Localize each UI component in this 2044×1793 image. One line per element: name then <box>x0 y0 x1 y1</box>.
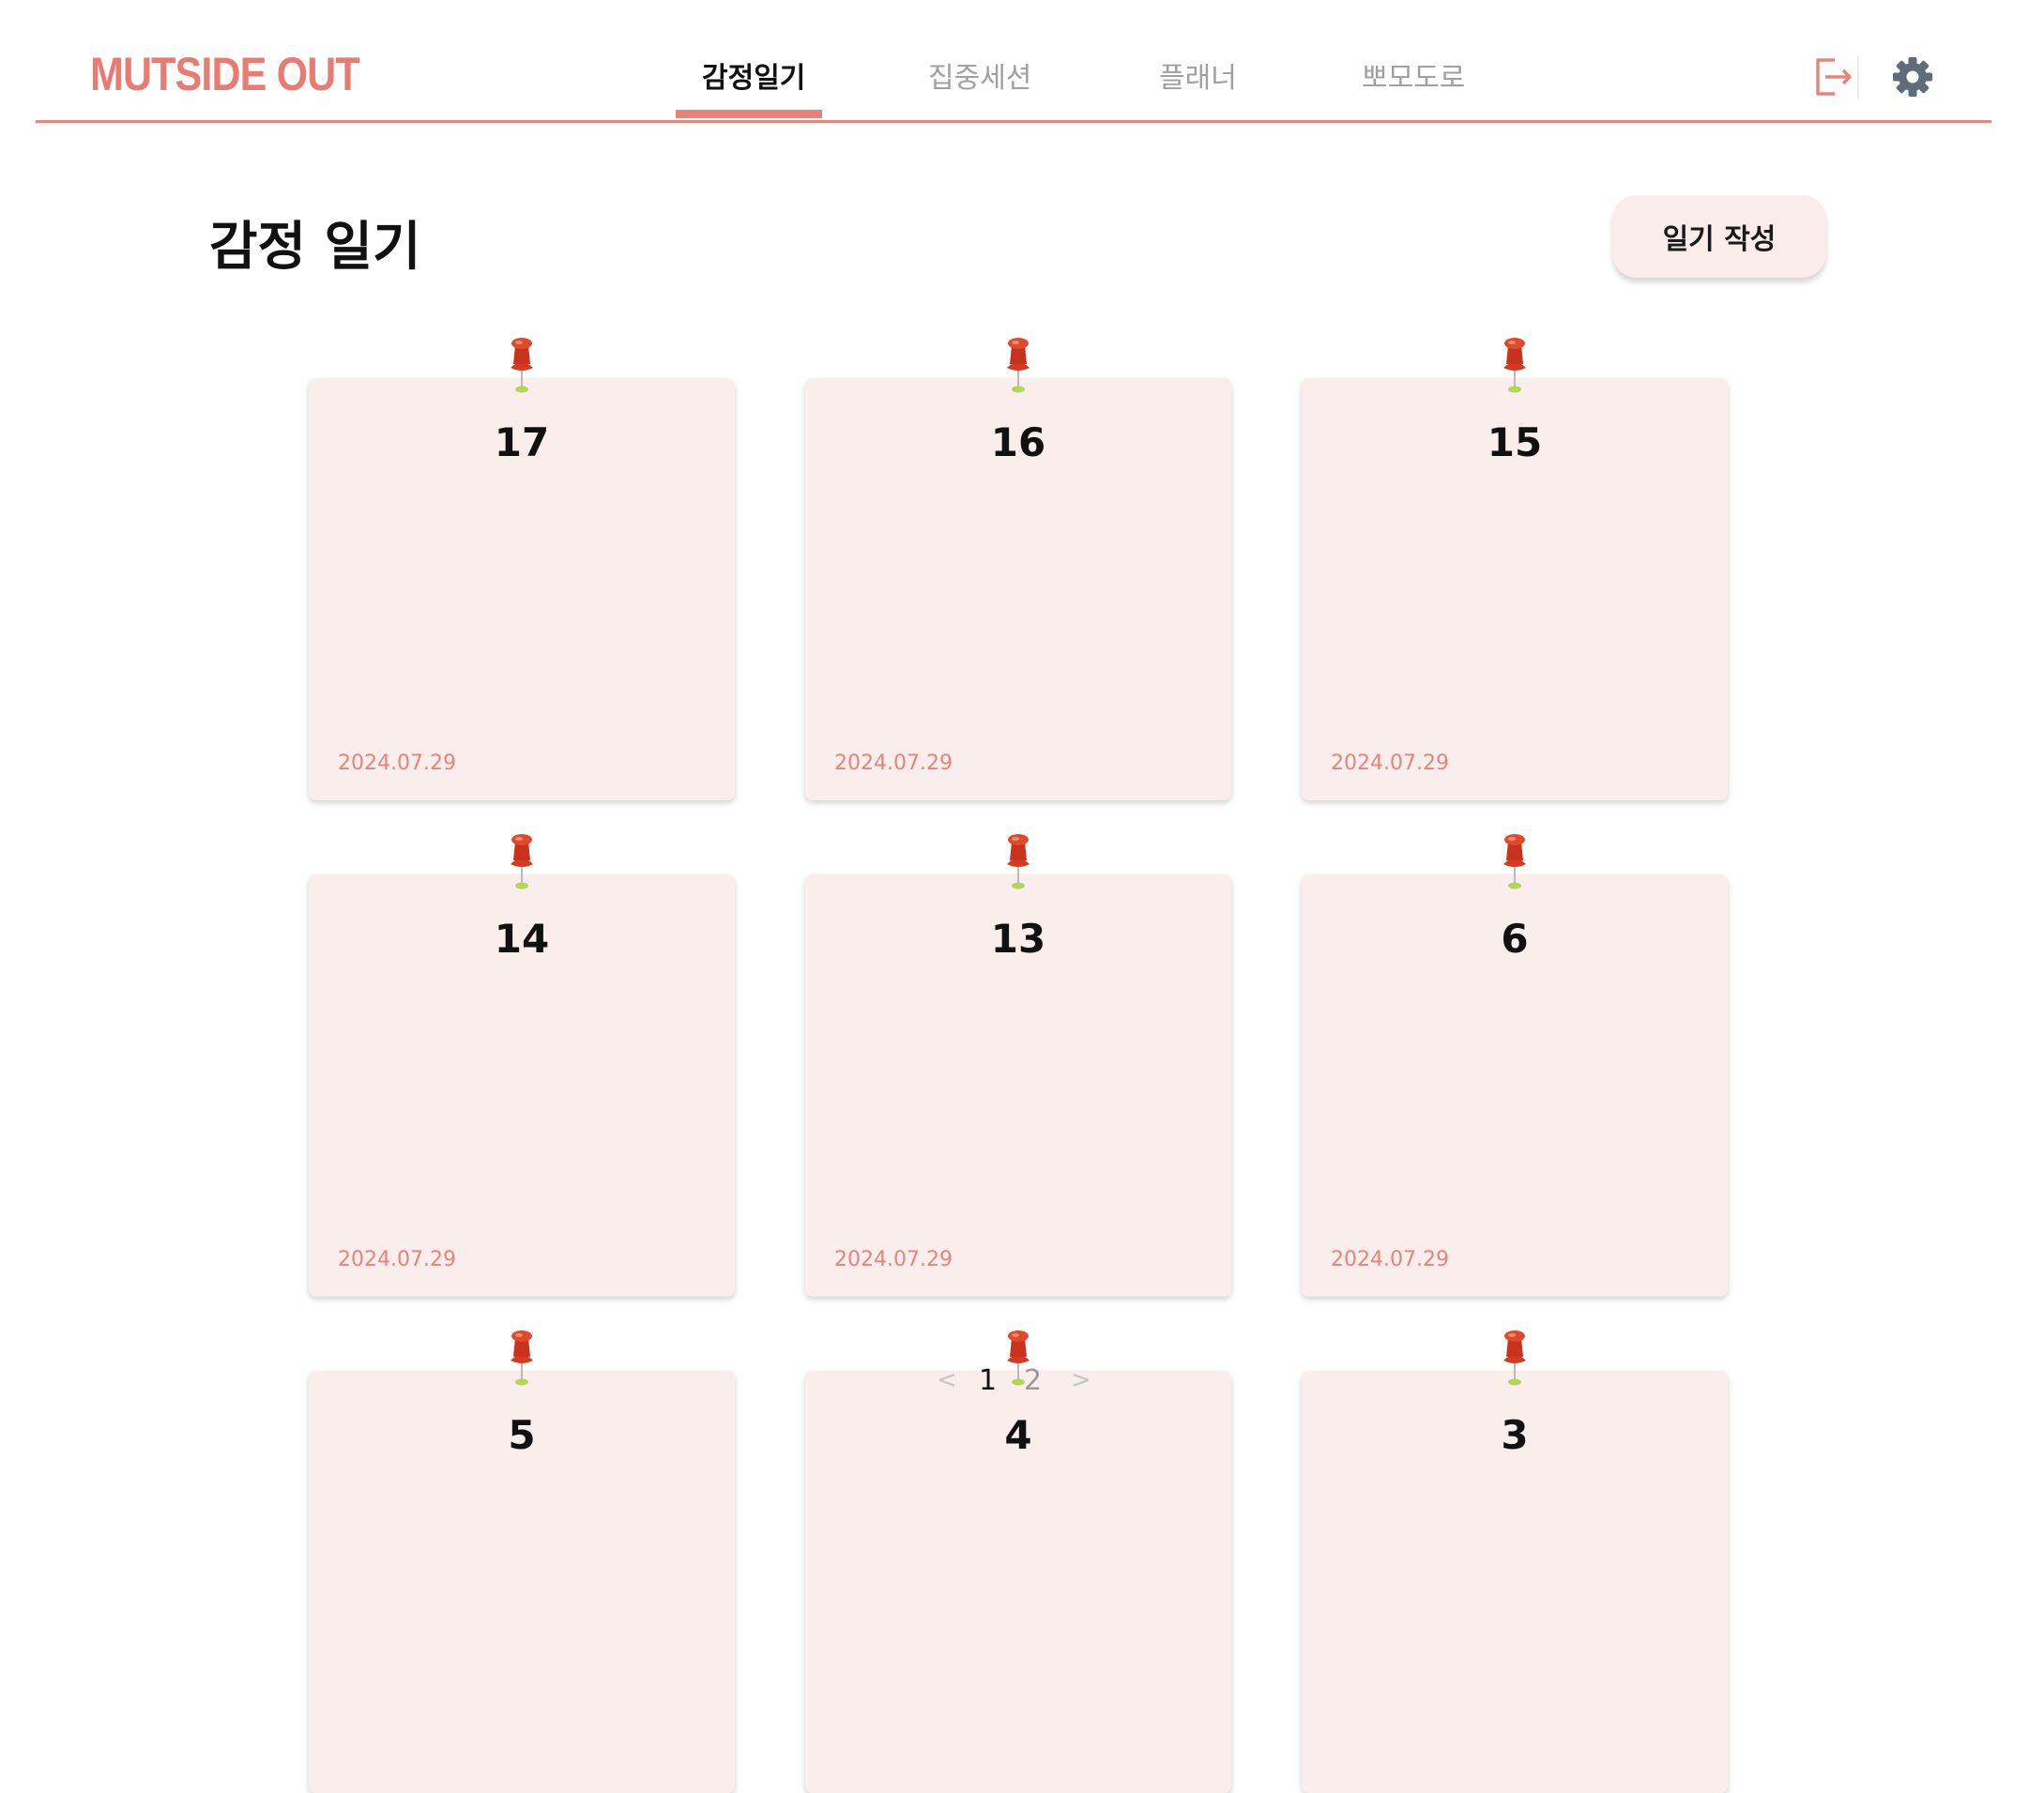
diary-card[interactable]: 15 2024.07.29 <box>1302 378 1728 800</box>
diary-card-title: 6 <box>1501 916 1529 962</box>
diary-card-title: 13 <box>990 916 1046 962</box>
page-button-2[interactable]: 2 <box>1024 1364 1042 1397</box>
diary-card[interactable]: 6 2024.07.29 <box>1302 874 1728 1297</box>
pushpin-icon <box>1498 832 1532 890</box>
diary-card[interactable]: 13 2024.07.29 <box>805 874 1231 1297</box>
pushpin-icon <box>1001 832 1035 890</box>
pushpin-icon <box>505 832 539 890</box>
next-page-button[interactable]: > <box>1071 1366 1091 1394</box>
diary-card-grid: 17 2024.07.29 16 2024.07.29 15 2024.07.29 14 20… <box>0 0 2044 1793</box>
pushpin-icon <box>1498 336 1532 394</box>
diary-card[interactable]: 3 <box>1302 1371 1728 1793</box>
diary-card-date: 2024.07.29 <box>834 752 953 775</box>
pushpin-icon <box>1498 1329 1532 1387</box>
diary-card-date: 2024.07.29 <box>1331 752 1449 775</box>
diary-card-date: 2024.07.29 <box>1331 1248 1449 1271</box>
diary-card[interactable]: 4 <box>805 1371 1231 1793</box>
previous-page-button[interactable]: < <box>937 1366 957 1394</box>
page-button-1[interactable]: 1 <box>979 1364 997 1397</box>
diary-card[interactable]: 14 2024.07.29 <box>309 874 735 1297</box>
diary-card-title: 4 <box>1004 1412 1032 1458</box>
diary-card-date: 2024.07.29 <box>338 1248 456 1271</box>
diary-card-title: 3 <box>1501 1412 1529 1458</box>
diary-card-title: 17 <box>494 419 550 465</box>
diary-card-title: 15 <box>1487 419 1543 465</box>
pushpin-icon <box>505 1329 539 1387</box>
diary-card-date: 2024.07.29 <box>338 752 456 775</box>
diary-card[interactable]: 5 <box>309 1371 735 1793</box>
pushpin-icon <box>1001 336 1035 394</box>
diary-card[interactable]: 17 2024.07.29 <box>309 378 735 800</box>
diary-card-title: 16 <box>990 419 1046 465</box>
diary-card-title: 14 <box>494 916 550 962</box>
diary-card[interactable]: 16 2024.07.29 <box>805 378 1231 800</box>
pushpin-icon <box>505 336 539 394</box>
diary-card-title: 5 <box>508 1412 536 1458</box>
diary-card-date: 2024.07.29 <box>834 1248 953 1271</box>
